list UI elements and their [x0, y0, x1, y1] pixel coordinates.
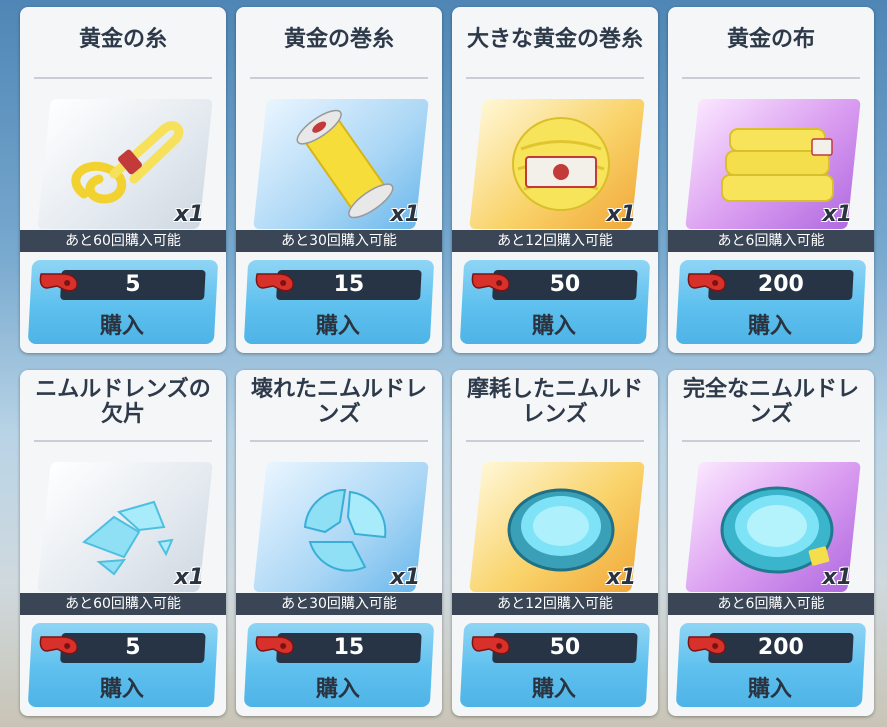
item-name: 摩耗したニムルドレンズ: [466, 377, 643, 427]
red-whistle-icon: [471, 273, 510, 292]
buy-label: 購入: [99, 314, 144, 339]
item-name: 完全なニムルドレンズ: [682, 377, 859, 427]
red-whistle-icon: [471, 636, 510, 655]
red-whistle-icon: [39, 636, 78, 655]
price-bar: 5: [60, 270, 206, 300]
quantity-label: x1: [822, 202, 853, 227]
remaining-purchases: あと6回購入可能: [668, 593, 874, 615]
shop-item-card[interactable]: 大きな黄金の巻糸 x1 あと12回購入可能 50 購入: [452, 7, 658, 353]
red-whistle-icon: [255, 273, 294, 292]
red-whistle-icon: [687, 636, 726, 655]
item-name: 黄金の糸: [78, 26, 167, 52]
remaining-purchases: あと12回購入可能: [452, 230, 658, 252]
quantity-label: x1: [822, 565, 853, 590]
price-bar: 200: [708, 270, 854, 300]
buy-button[interactable]: 200 購入: [675, 260, 867, 344]
buy-label: 購入: [315, 314, 360, 339]
price-value: 50: [549, 635, 581, 660]
buy-label: 購入: [747, 314, 792, 339]
red-whistle-icon: [39, 273, 78, 292]
divider: [466, 440, 644, 442]
remaining-purchases: あと12回購入可能: [452, 593, 658, 615]
quantity-label: x1: [606, 565, 637, 590]
shop-item-card[interactable]: 摩耗したニムルドレンズ x1 あと12回購入可能 50 購入: [452, 370, 658, 716]
buy-button[interactable]: 5 購入: [27, 623, 219, 707]
price-value: 50: [549, 272, 581, 297]
shop-item-card[interactable]: 完全なニムルドレンズ x1 あと6回購入可能 200 購入: [668, 370, 874, 716]
item-name: 壊れたニムルドレンズ: [250, 377, 427, 427]
buy-label: 購入: [315, 677, 360, 702]
divider: [34, 77, 212, 79]
remaining-purchases: あと60回購入可能: [20, 230, 226, 252]
divider: [34, 440, 212, 442]
price-bar: 5: [60, 633, 206, 663]
buy-button[interactable]: 50 購入: [459, 623, 651, 707]
shop-item-card[interactable]: 黄金の巻糸 x1 あと30回購入可能 15 購入: [236, 7, 442, 353]
divider: [466, 77, 644, 79]
item-name: ニムルドレンズの欠片: [35, 377, 211, 427]
price-value: 200: [757, 635, 804, 660]
buy-button[interactable]: 50 購入: [459, 260, 651, 344]
red-whistle-icon: [255, 636, 294, 655]
price-value: 5: [125, 272, 141, 297]
price-value: 5: [125, 635, 141, 660]
divider: [250, 77, 428, 79]
quantity-label: x1: [174, 565, 205, 590]
item-name: 黄金の布: [726, 26, 815, 52]
divider: [250, 440, 428, 442]
price-value: 200: [757, 272, 804, 297]
buy-button[interactable]: 5 購入: [27, 260, 219, 344]
remaining-purchases: あと30回購入可能: [236, 593, 442, 615]
quantity-label: x1: [390, 202, 421, 227]
buy-button[interactable]: 15 購入: [243, 260, 435, 344]
remaining-purchases: あと30回購入可能: [236, 230, 442, 252]
buy-button[interactable]: 200 購入: [675, 623, 867, 707]
price-value: 15: [333, 635, 365, 660]
shop-item-card[interactable]: ニムルドレンズの欠片 x1 あと60回購入可能 5 購入: [20, 370, 226, 716]
item-name: 大きな黄金の巻糸: [466, 26, 643, 52]
red-whistle-icon: [687, 273, 726, 292]
quantity-label: x1: [174, 202, 205, 227]
buy-label: 購入: [99, 677, 144, 702]
item-name: 黄金の巻糸: [283, 26, 394, 52]
quantity-label: x1: [390, 565, 421, 590]
buy-button[interactable]: 15 購入: [243, 623, 435, 707]
price-bar: 200: [708, 633, 854, 663]
price-bar: 50: [492, 270, 638, 300]
shop-item-card[interactable]: 黄金の糸 x1 あと60回購入可能 5 購入: [20, 7, 226, 353]
shop-item-card[interactable]: 黄金の布 x1 あと6回購入可能 200 購入: [668, 7, 874, 353]
price-bar: 50: [492, 633, 638, 663]
buy-label: 購入: [747, 677, 792, 702]
quantity-label: x1: [606, 202, 637, 227]
price-bar: 15: [276, 270, 422, 300]
remaining-purchases: あと6回購入可能: [668, 230, 874, 252]
shop-item-card[interactable]: 壊れたニムルドレンズ x1 あと30回購入可能 15 購入: [236, 370, 442, 716]
shop-grid: 黄金の糸 x1 あと60回購入可能 5 購入 黄金の巻糸 x1 あと30回購入可…: [0, 0, 887, 727]
remaining-purchases: あと60回購入可能: [20, 593, 226, 615]
buy-label: 購入: [531, 314, 576, 339]
divider: [682, 77, 860, 79]
price-bar: 15: [276, 633, 422, 663]
divider: [682, 440, 860, 442]
price-value: 15: [333, 272, 365, 297]
buy-label: 購入: [531, 677, 576, 702]
